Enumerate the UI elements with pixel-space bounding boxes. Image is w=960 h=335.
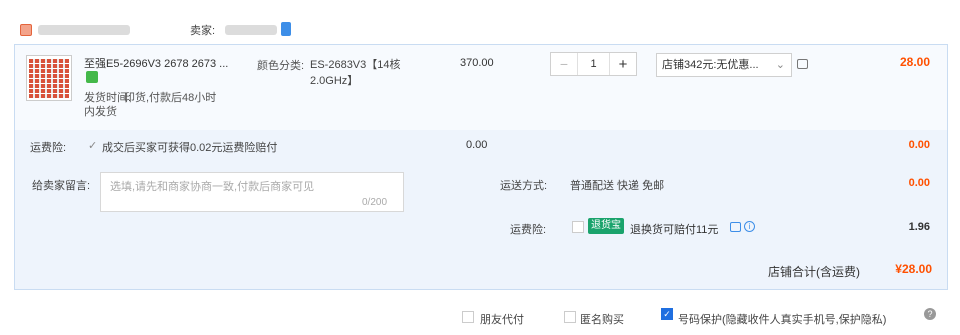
chevron-down-icon: ⌄ <box>775 59 785 71</box>
guarantee-icon <box>86 71 98 83</box>
friend-pay-label[interactable]: 朋友代付 <box>480 311 524 327</box>
chat-icon[interactable] <box>281 22 291 36</box>
friend-pay-checkbox[interactable] <box>462 311 474 323</box>
coupon-select[interactable]: 店铺342元:无优惠... ⌄ <box>656 53 792 77</box>
spec-value: ES-2683V3【14核2.0GHz】 <box>310 59 401 87</box>
insurance-label: 运费险: <box>510 224 547 236</box>
info-icon[interactable]: i <box>744 221 755 232</box>
message-placeholder: 选填,请先和商家协商一致,付款后商家可见 <box>110 181 315 193</box>
product-title[interactable]: 至强E5-2696V3 2678 2673 ... <box>84 55 249 71</box>
delivery-price: 0.00 <box>908 177 930 189</box>
unit-price: 370.00 <box>460 57 494 69</box>
seller-label: 卖家: <box>190 25 216 37</box>
spec-label: 颜色分类: <box>257 60 305 72</box>
quantity-input[interactable]: 1 <box>577 53 610 75</box>
delivery-label: 运送方式: <box>500 180 548 192</box>
increase-button[interactable]: + <box>610 56 636 73</box>
shop-total-value: ¥28.00 <box>895 262 932 276</box>
insurance-price: 1.96 <box>908 221 930 233</box>
decrease-button[interactable]: − <box>551 56 577 72</box>
note-icon[interactable] <box>797 59 808 69</box>
shop-checkbox[interactable] <box>20 24 32 36</box>
number-protect-label[interactable]: 号码保护(隐藏收件人真实手机号,保护隐私) <box>678 311 886 327</box>
coupon-value: 店铺342元:无优惠... <box>662 59 759 71</box>
message-char-count: 0/200 <box>362 197 388 208</box>
shop-total-label: 店铺合计(含运费) <box>768 265 860 279</box>
delivery-value: 普通配送 快递 免邮 <box>570 180 665 192</box>
message-label: 给卖家留言: <box>32 180 91 192</box>
anonymous-checkbox[interactable] <box>564 311 576 323</box>
item-subtotal: 28.00 <box>899 55 930 69</box>
insurance-checkbox[interactable] <box>572 221 584 233</box>
product-thumbnail[interactable] <box>26 55 72 101</box>
check-icon: ✓ <box>88 140 98 152</box>
shipping-insurance-price: 0.00 <box>466 139 488 151</box>
anonymous-label[interactable]: 匿名购买 <box>580 311 624 327</box>
shipping-insurance-label: 运费险: <box>30 142 67 154</box>
help-icon[interactable]: ? <box>924 308 936 320</box>
shop-name[interactable] <box>38 25 130 35</box>
seller-name[interactable] <box>225 25 277 35</box>
ship-time-value-2: 内发货 <box>84 106 117 118</box>
shipping-insurance-text: 成交后买家可获得0.02元运费险赔付 <box>102 142 278 154</box>
quantity-stepper: − 1 + <box>550 52 637 76</box>
ship-time-value: 印货,付款后48小时 <box>124 92 217 104</box>
insurance-badge: 退货宝 <box>588 218 624 234</box>
insurance-text: 退换货可赔付11元 <box>630 224 719 236</box>
message-icon[interactable] <box>730 222 741 232</box>
number-protect-checkbox[interactable]: ✓ <box>661 308 673 320</box>
shipping-insurance-total: 0.00 <box>908 139 930 151</box>
